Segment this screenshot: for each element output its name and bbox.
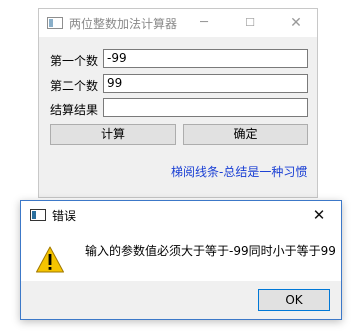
- confirm-button[interactable]: 确定: [183, 124, 308, 145]
- dialog-app-icon: [30, 209, 46, 221]
- warning-icon: [36, 246, 64, 273]
- dialog-titlebar[interactable]: 错误 ✕: [21, 201, 341, 229]
- footer-link[interactable]: 梯阅线条-总结是一种习惯: [171, 163, 307, 180]
- result-input[interactable]: [103, 98, 308, 117]
- close-button[interactable]: ✕: [273, 9, 319, 37]
- window-title: 两位整数加法计算器: [69, 17, 178, 31]
- error-dialog: 错误 ✕ 输入的参数值必须大于等于-99同时小于等于99 OK: [20, 200, 342, 320]
- calculator-window: 两位整数加法计算器 ─ ☐ ✕ 第一个数 -99 第二个数 99 结算结果 计算…: [38, 8, 318, 198]
- maximize-button[interactable]: ☐: [227, 9, 273, 37]
- second-number-input[interactable]: 99: [103, 74, 308, 93]
- first-number-label: 第一个数: [50, 54, 99, 68]
- ok-button[interactable]: OK: [258, 289, 330, 311]
- second-number-label: 第二个数: [50, 79, 99, 93]
- screen: 两位整数加法计算器 ─ ☐ ✕ 第一个数 -99 第二个数 99 结算结果 计算…: [0, 0, 362, 335]
- minimize-button[interactable]: ─: [181, 9, 227, 37]
- calculate-button[interactable]: 计算: [50, 124, 176, 145]
- result-label: 结算结果: [50, 103, 99, 117]
- app-icon: [47, 17, 63, 29]
- error-message: 输入的参数值必须大于等于-99同时小于等于99: [85, 244, 336, 258]
- dialog-close-button[interactable]: ✕: [299, 201, 339, 229]
- first-number-input[interactable]: -99: [103, 49, 308, 68]
- calculator-titlebar[interactable]: 两位整数加法计算器 ─ ☐ ✕: [39, 9, 317, 37]
- dialog-footer: OK: [21, 281, 341, 319]
- dialog-title: 错误: [52, 209, 77, 223]
